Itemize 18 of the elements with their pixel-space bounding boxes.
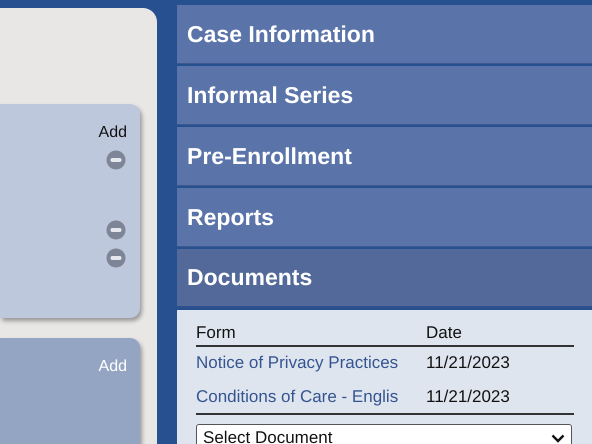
section-header[interactable]: Reports	[177, 188, 592, 247]
chevron-down-icon	[551, 434, 565, 442]
document-link[interactable]: Conditions of Care - Englis	[196, 381, 426, 413]
remove-icon[interactable]	[106, 150, 126, 170]
section-header[interactable]: Documents	[177, 249, 592, 308]
document-select[interactable]: Select Document	[196, 424, 572, 444]
section-header[interactable]: Pre-Enrollment	[177, 127, 592, 186]
document-link[interactable]: Notice of Privacy Practices	[196, 347, 426, 379]
section-header[interactable]: Case Information	[177, 5, 592, 64]
add-link[interactable]: Add	[98, 124, 127, 142]
column-header: Date	[426, 323, 462, 343]
remove-icon[interactable]	[106, 248, 126, 268]
remove-icon[interactable]	[106, 220, 126, 240]
select-value: Select Document	[203, 428, 332, 444]
date-cell-text: 11/21/2023	[426, 386, 510, 408]
column-header: Form	[196, 323, 237, 343]
section-header[interactable]: Informal Series	[177, 66, 592, 125]
date-cell-text: 11/21/2023	[426, 352, 510, 374]
